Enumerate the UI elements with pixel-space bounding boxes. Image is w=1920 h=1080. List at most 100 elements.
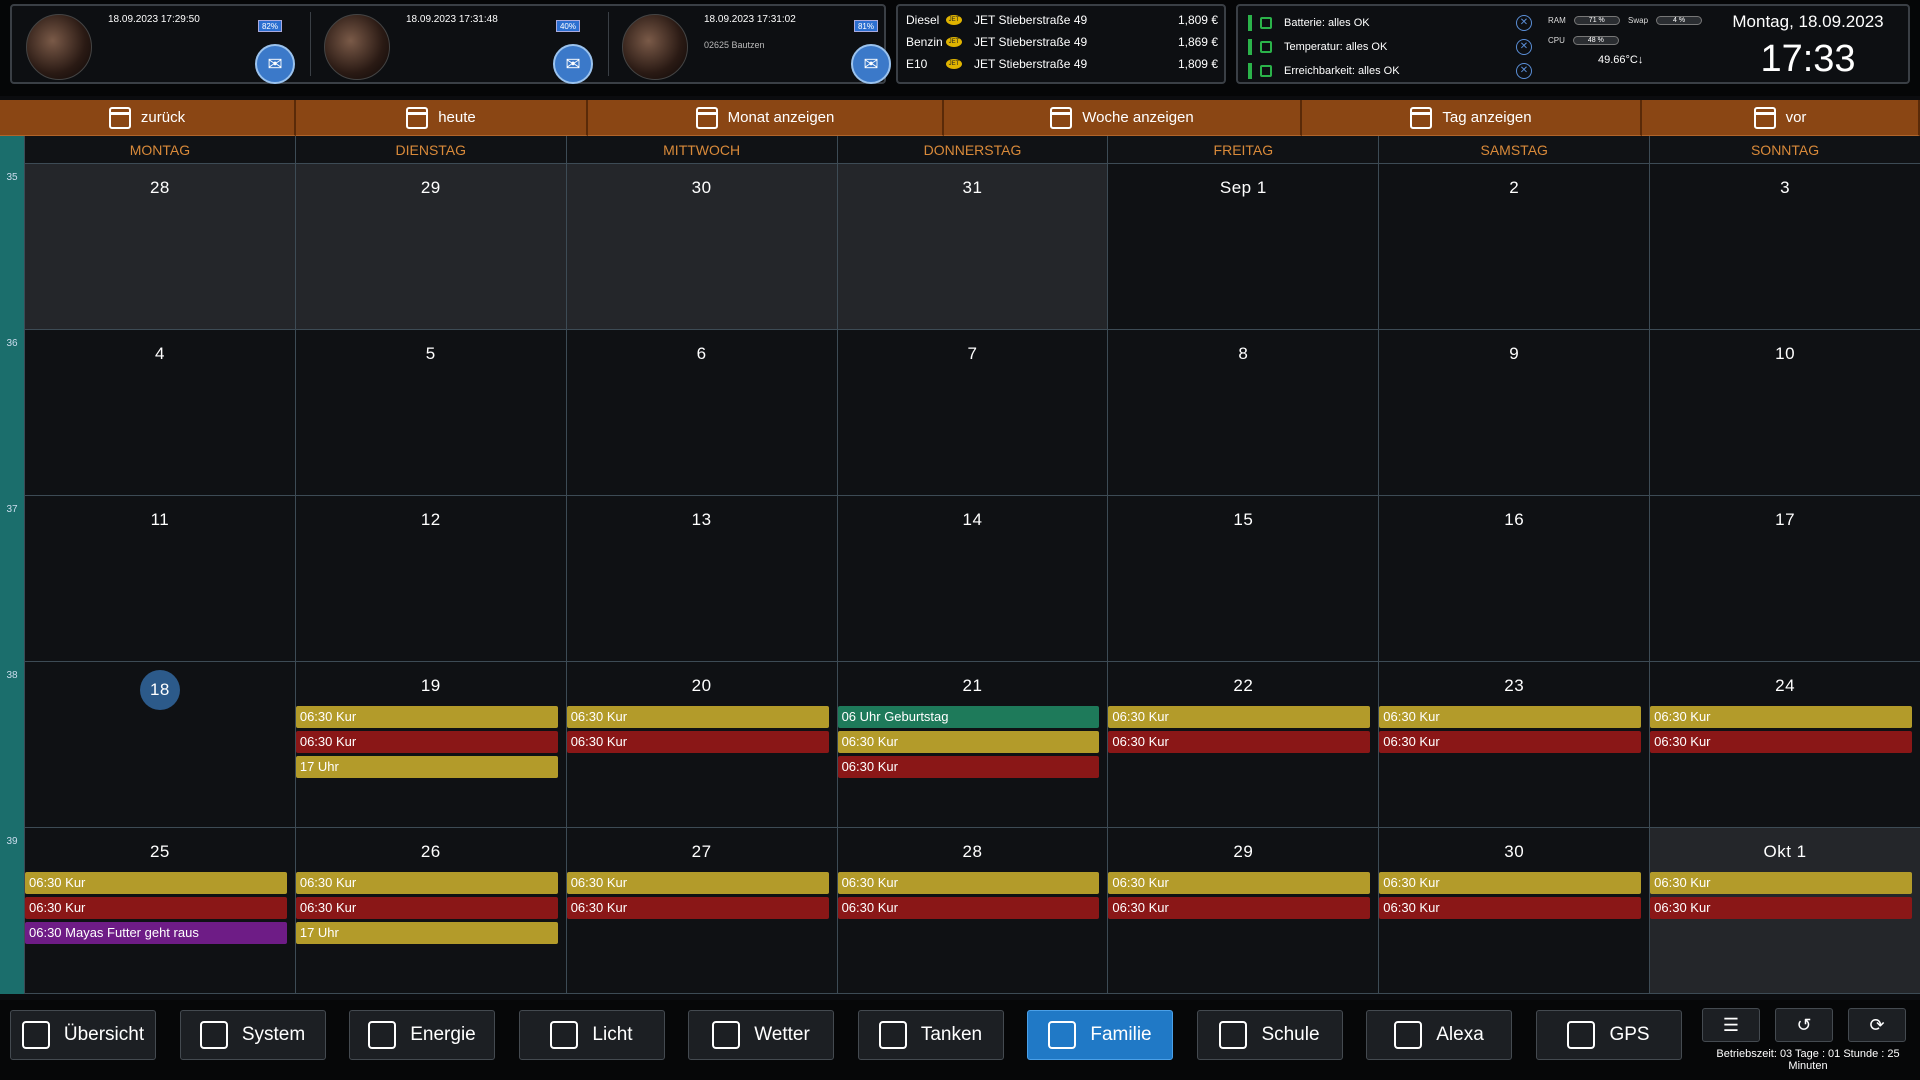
- day-cell[interactable]: 10: [1649, 330, 1920, 496]
- day-cell[interactable]: 28: [24, 164, 295, 330]
- day-cell[interactable]: 12: [294, 496, 566, 662]
- calendar-icon: [1048, 1021, 1077, 1049]
- calendar-event[interactable]: 06:30 Kur: [295, 731, 558, 753]
- calendar-event[interactable]: 17 Uhr: [295, 756, 558, 778]
- calendar-event[interactable]: 06:30 Kur: [1108, 706, 1371, 728]
- day-cell[interactable]: 31: [836, 164, 1108, 330]
- nav-familie-button[interactable]: Familie: [1027, 1010, 1173, 1060]
- day-cell[interactable]: 20 06:30 Kur 06:30 Kur: [565, 662, 837, 828]
- calendar-event[interactable]: 06:30 Kur: [1379, 872, 1642, 894]
- day-cell[interactable]: 15: [1107, 496, 1379, 662]
- day-cell[interactable]: 22 06:30 Kur 06:30 Kur: [1107, 662, 1379, 828]
- day-cell[interactable]: 25 06:30 Kur 06:30 Kur 06:30 Mayas Futter g…: [24, 828, 295, 994]
- nav-alexa-button[interactable]: Alexa: [1366, 1010, 1512, 1060]
- nav-system-button[interactable]: System: [179, 1010, 326, 1060]
- calendar-event[interactable]: 06:30 Kur: [1108, 897, 1371, 919]
- divider: [310, 12, 311, 76]
- calendar-event[interactable]: 06:30 Kur: [837, 872, 1100, 894]
- calendar-event[interactable]: 06:30 Kur: [1379, 706, 1642, 728]
- calendar-event[interactable]: 06:30 Kur: [566, 897, 829, 919]
- dismiss-icon[interactable]: ✕: [1516, 63, 1532, 79]
- nav-schule-button[interactable]: Schule: [1196, 1010, 1343, 1060]
- day-cell[interactable]: 17: [1649, 496, 1920, 662]
- mail-icon[interactable]: ✉: [851, 44, 891, 84]
- day-cell[interactable]: 30: [565, 164, 837, 330]
- event-list: 06:30 Kur 06:30 Kur 17 Uhr: [295, 872, 566, 944]
- day-cell[interactable]: 9: [1378, 330, 1650, 496]
- calendar-event[interactable]: 06:30 Kur: [1650, 706, 1912, 728]
- day-cell[interactable]: 4: [24, 330, 295, 496]
- ram-meter: RAM 71 %: [1548, 16, 1620, 25]
- calendar-event[interactable]: 06:30 Kur: [1650, 731, 1912, 753]
- calendar-event[interactable]: 06:30 Kur: [295, 872, 558, 894]
- day-cell[interactable]: 7: [836, 330, 1108, 496]
- nav-tanken-button[interactable]: Tanken: [857, 1010, 1004, 1060]
- calendar-event[interactable]: 17 Uhr: [295, 922, 558, 944]
- calendar-event[interactable]: 06:30 Kur: [566, 731, 829, 753]
- nav-day-button[interactable]: Tag anzeigen: [1302, 100, 1642, 136]
- nav-forward-button[interactable]: vor: [1642, 100, 1920, 136]
- nav-gps-button[interactable]: GPS: [1535, 1010, 1682, 1060]
- calendar-event[interactable]: 06:30 Kur: [1379, 897, 1642, 919]
- day-cell[interactable]: 6: [565, 330, 837, 496]
- calendar-event[interactable]: 06:30 Kur: [837, 897, 1100, 919]
- calendar-event[interactable]: 06:30 Kur: [1379, 731, 1642, 753]
- day-cell[interactable]: 2: [1378, 164, 1650, 330]
- day-cell[interactable]: 30 06:30 Kur 06:30 Kur: [1378, 828, 1650, 994]
- day-cell[interactable]: 5: [294, 330, 566, 496]
- reload-button[interactable]: ⟳: [1848, 1008, 1906, 1042]
- day-cell[interactable]: 27 06:30 Kur 06:30 Kur: [565, 828, 837, 994]
- day-cell[interactable]: 21 06 Uhr Geburtstag 06:30 Kur 06:30 Kur: [836, 662, 1108, 828]
- calendar-event[interactable]: 06:30 Kur: [837, 731, 1100, 753]
- nav-today-button[interactable]: heute: [296, 100, 588, 136]
- nav-week-button[interactable]: Woche anzeigen: [944, 100, 1302, 136]
- day-cell[interactable]: 11: [24, 496, 295, 662]
- calendar-event[interactable]: 06:30 Kur: [295, 706, 558, 728]
- day-cell[interactable]: 13: [565, 496, 837, 662]
- day-cell[interactable]: Sep 1: [1107, 164, 1379, 330]
- mail-icon[interactable]: ✉: [255, 44, 295, 84]
- day-number: 22: [1233, 676, 1254, 695]
- day-cell[interactable]: 19 06:30 Kur 06:30 Kur 17 Uhr: [294, 662, 566, 828]
- calendar-grid: 28 29 30 31 Sep 1 2 3 4 5 6 7 8 9 10 11 12 13 14 15 16 17 18 1…: [24, 164, 1920, 994]
- day-cell[interactable]: 29: [294, 164, 566, 330]
- calendar-event[interactable]: 06:30 Kur: [1650, 872, 1912, 894]
- day-cell[interactable]: 24 06:30 Kur 06:30 Kur: [1649, 662, 1920, 828]
- nav-month-button[interactable]: Monat anzeigen: [588, 100, 944, 136]
- mail-icon[interactable]: ✉: [553, 44, 593, 84]
- calendar-event[interactable]: 06 Uhr Geburtstag: [837, 706, 1100, 728]
- day-cell[interactable]: 29 06:30 Kur 06:30 Kur: [1107, 828, 1379, 994]
- dismiss-icon[interactable]: ✕: [1516, 15, 1532, 31]
- day-cell[interactable]: 23 06:30 Kur 06:30 Kur: [1378, 662, 1650, 828]
- nav-back-button[interactable]: zurück: [0, 100, 296, 136]
- calendar-icon: [1410, 106, 1433, 129]
- cpu-meter: CPU 48 %: [1548, 36, 1619, 45]
- day-cell[interactable]: 16: [1378, 496, 1650, 662]
- day-number: 31: [962, 178, 983, 197]
- calendar-event[interactable]: 06:30 Kur: [1108, 731, 1371, 753]
- calendar-event[interactable]: 06:30 Kur: [837, 756, 1100, 778]
- day-cell[interactable]: Okt 1 06:30 Kur 06:30 Kur: [1649, 828, 1920, 994]
- calendar-event[interactable]: 06:30 Kur: [25, 872, 287, 894]
- day-cell[interactable]: 14: [836, 496, 1108, 662]
- settings-sliders-button[interactable]: ☰: [1702, 1008, 1760, 1042]
- calendar-event[interactable]: 06:30 Kur: [295, 897, 558, 919]
- nav-licht-button[interactable]: Licht: [518, 1010, 665, 1060]
- day-cell[interactable]: 3: [1649, 164, 1920, 330]
- nav-uebersicht-button[interactable]: Übersicht: [10, 1010, 156, 1060]
- day-cell[interactable]: 8: [1107, 330, 1379, 496]
- calendar-event[interactable]: 06:30 Kur: [25, 897, 287, 919]
- calendar-event[interactable]: 06:30 Kur: [1108, 872, 1371, 894]
- calendar-event[interactable]: 06:30 Mayas Futter geht raus: [25, 922, 287, 944]
- day-cell[interactable]: 28 06:30 Kur 06:30 Kur: [836, 828, 1108, 994]
- history-button[interactable]: ↺: [1775, 1008, 1833, 1042]
- calendar-event[interactable]: 06:30 Kur: [566, 706, 829, 728]
- nav-wetter-button[interactable]: Wetter: [688, 1010, 834, 1060]
- weather-icon: [712, 1021, 741, 1049]
- calendar-event[interactable]: 06:30 Kur: [566, 872, 829, 894]
- dismiss-icon[interactable]: ✕: [1516, 39, 1532, 55]
- day-cell[interactable]: 18: [24, 662, 295, 828]
- nav-energie-button[interactable]: Energie: [349, 1010, 495, 1060]
- day-cell[interactable]: 26 06:30 Kur 06:30 Kur 17 Uhr: [294, 828, 566, 994]
- calendar-event[interactable]: 06:30 Kur: [1650, 897, 1912, 919]
